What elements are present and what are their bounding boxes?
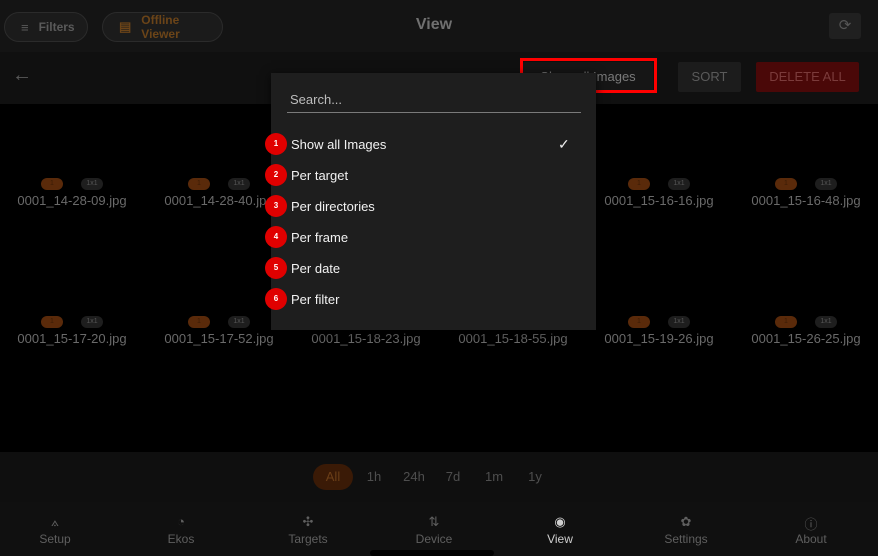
nav-device[interactable]: ⇅ Device	[379, 514, 489, 546]
count-badge: 1	[188, 316, 210, 328]
nav-label: Targets	[288, 532, 328, 546]
file-name: 0001_15-16-16.jpg	[604, 193, 714, 208]
nav-view[interactable]: ◉ View	[505, 514, 615, 546]
nav-setup[interactable]: ⟑ Setup	[0, 514, 110, 546]
file-name: 0001_15-17-52.jpg	[164, 331, 274, 346]
nav-label: View	[547, 532, 573, 546]
home-indicator	[370, 550, 494, 556]
step-number-marker: 4	[265, 226, 287, 248]
nav-label: About	[795, 532, 827, 546]
count-badge: 1	[628, 316, 650, 328]
count-badge: 1	[775, 316, 797, 328]
nav-about[interactable]: ⓘ About	[756, 514, 866, 546]
sort-button[interactable]: SORT	[678, 62, 741, 92]
binning-badge: 1x1	[815, 178, 837, 190]
option-label: Per frame	[291, 229, 349, 245]
targets-icon: ✣	[302, 514, 314, 529]
thumb-badges: 1 1x1	[733, 178, 878, 190]
step-number-marker: 1	[265, 133, 287, 155]
range-1y[interactable]: 1y	[522, 464, 548, 490]
thumb-badges: 1 1x1	[586, 316, 732, 328]
dropdown-option[interactable]: Per directories	[271, 192, 596, 220]
nav-label: Setup	[39, 532, 71, 546]
range-7d[interactable]: 7d	[440, 464, 466, 490]
thumb-badges: 1 1x1	[586, 178, 732, 190]
thumb-badges: 1 1x1	[733, 316, 878, 328]
time-range-bar: All 1h 24h 7d 1m 1y	[0, 452, 878, 502]
back-arrow-icon[interactable]: ←	[12, 64, 32, 87]
binning-badge: 1x1	[668, 316, 690, 328]
option-label: Per date	[291, 260, 341, 276]
thumb-badges: 1 1x1	[0, 178, 145, 190]
range-1m[interactable]: 1m	[479, 464, 509, 490]
gallery-item[interactable]: 1 1x1 0001_15-16-48.jpg	[733, 178, 878, 208]
nav-ekos[interactable]: ◔ Ekos	[126, 514, 236, 546]
count-badge: 1	[188, 178, 210, 190]
device-icon: ⇅	[428, 514, 440, 529]
binning-badge: 1x1	[81, 178, 103, 190]
binning-badge: 1x1	[668, 178, 690, 190]
step-number-marker: 6	[265, 288, 287, 310]
filter-dropdown: Show all Images ✓ Per target Per directorie…	[271, 73, 596, 330]
gallery-item[interactable]: 1 1x1 0001_15-17-20.jpg	[0, 316, 145, 346]
gallery-item[interactable]: 1 1x1 0001_15-19-26.jpg	[586, 316, 732, 346]
count-badge: 1	[41, 178, 63, 190]
checkmark-icon: ✓	[558, 135, 570, 152]
gear-icon: ✿	[680, 514, 692, 529]
dropdown-option[interactable]: Per filter	[271, 285, 596, 313]
file-name: 0001_15-17-20.jpg	[17, 331, 127, 346]
search-input[interactable]	[287, 87, 581, 111]
dropdown-option[interactable]: Per frame	[271, 223, 596, 251]
dropdown-option[interactable]: Per date	[271, 254, 596, 282]
file-name: 0001_14-28-09.jpg	[17, 193, 127, 208]
file-name: 0001_15-19-26.jpg	[604, 331, 714, 346]
option-label: Per filter	[291, 291, 340, 307]
file-name: 0001_15-18-55.jpg	[458, 331, 568, 346]
page-title: View	[415, 16, 453, 33]
nav-label: Ekos	[167, 532, 195, 546]
search-field[interactable]	[287, 87, 581, 113]
binning-badge: 1x1	[228, 178, 250, 190]
range-all[interactable]: All	[313, 464, 353, 490]
thumb-badges: 1 1x1	[0, 316, 145, 328]
count-badge: 1	[41, 316, 63, 328]
gallery-item[interactable]: 1 1x1 0001_14-28-09.jpg	[0, 178, 145, 208]
setup-icon: ⟑	[51, 514, 59, 529]
count-badge: 1	[628, 178, 650, 190]
step-number-marker: 5	[265, 257, 287, 279]
count-badge: 1	[775, 178, 797, 190]
refresh-icon[interactable]: ⟳	[829, 13, 861, 39]
gallery-item[interactable]: 1 1x1 0001_15-26-25.jpg	[733, 316, 878, 346]
binning-badge: 1x1	[228, 316, 250, 328]
option-label: Show all Images	[291, 136, 387, 152]
step-number-marker: 2	[265, 164, 287, 186]
nav-label: Device	[415, 532, 453, 546]
nav-settings[interactable]: ✿ Settings	[631, 514, 741, 546]
delete-all-button[interactable]: DELETE ALL	[756, 62, 859, 92]
dropdown-option[interactable]: Show all Images ✓	[271, 130, 596, 158]
info-icon: ⓘ	[804, 517, 818, 532]
binning-badge: 1x1	[815, 316, 837, 328]
top-bar: ≡ Filters ▤ Offline Viewer View ⟳	[0, 0, 878, 52]
gallery-item[interactable]: 1 1x1 0001_15-16-16.jpg	[586, 178, 732, 208]
eye-icon: ◉	[554, 514, 566, 529]
option-label: Per target	[291, 167, 349, 183]
dropdown-option[interactable]: Per target	[271, 161, 596, 189]
binning-badge: 1x1	[81, 316, 103, 328]
range-1h[interactable]: 1h	[361, 464, 387, 490]
nav-label: Settings	[664, 532, 708, 546]
range-24h[interactable]: 24h	[397, 464, 431, 490]
file-name: 0001_15-26-25.jpg	[751, 331, 861, 346]
option-label: Per directories	[291, 198, 375, 214]
bottom-navigation: ⟑ Setup ◔ Ekos ✣ Targets ⇅ Device ◉ View ✿ Settings…	[0, 502, 878, 556]
nav-targets[interactable]: ✣ Targets	[253, 514, 363, 546]
ekos-icon: ◔	[177, 514, 185, 529]
file-name: 0001_15-18-23.jpg	[311, 331, 421, 346]
step-number-marker: 3	[265, 195, 287, 217]
file-name: 0001_15-16-48.jpg	[751, 193, 861, 208]
